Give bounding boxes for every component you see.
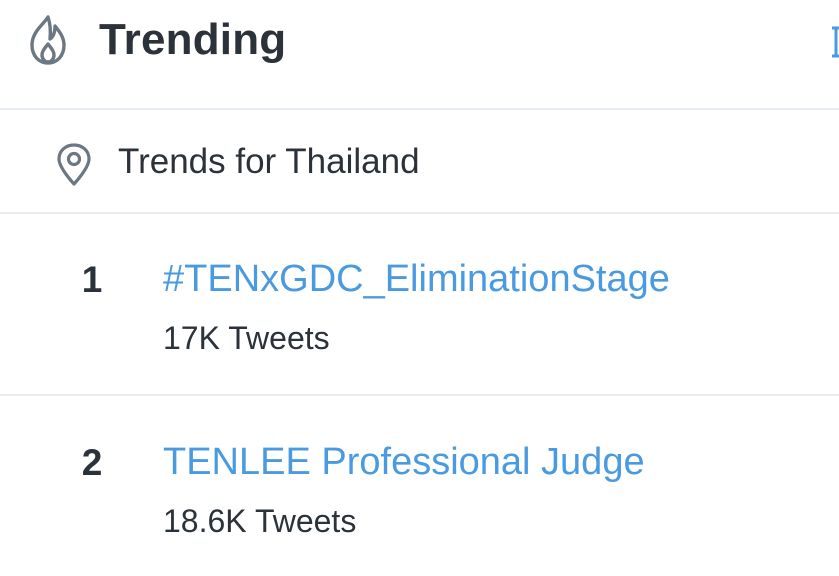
trends-location[interactable]: Trends for Thailand <box>0 110 839 214</box>
page-title: Trending <box>99 15 287 64</box>
trend-tweet-count: 18.6K Tweets <box>163 503 357 539</box>
location-label: Trends for Thailand <box>118 142 420 181</box>
trending-header: Trending <box>0 0 839 110</box>
fire-icon <box>24 14 72 66</box>
trend-rank: 1 <box>81 259 103 300</box>
trend-rank: 2 <box>81 442 103 483</box>
trend-name-link[interactable]: TENLEE Professional Judge <box>163 439 645 485</box>
trend-item-1[interactable]: 1 #TENxGDC_EliminationStage 17K Tweets <box>0 214 839 396</box>
trend-name-link[interactable]: #TENxGDC_EliminationStage <box>163 256 670 302</box>
trending-panel: Trending Trends for Thailand 1 #TENxGDC_… <box>0 0 839 576</box>
trend-item-2[interactable]: 2 TENLEE Professional Judge 18.6K Tweets <box>0 397 839 576</box>
more-icon[interactable] <box>828 22 839 62</box>
trend-tweet-count: 17K Tweets <box>163 320 330 356</box>
location-pin-icon <box>54 142 94 186</box>
